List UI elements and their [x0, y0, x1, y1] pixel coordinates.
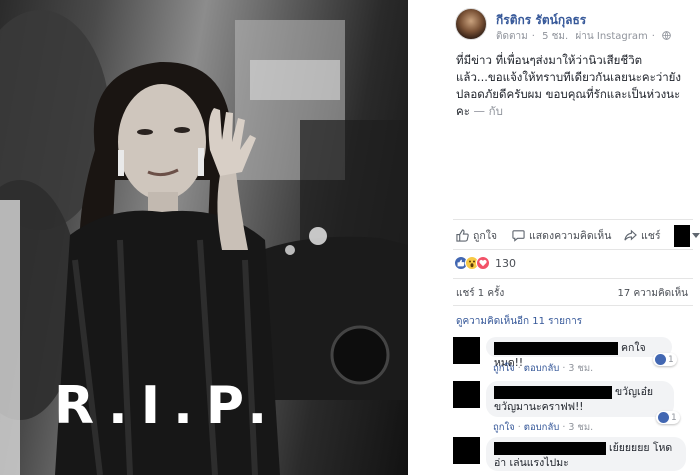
reaction-count: 130 — [495, 256, 516, 270]
post-via: ผ่าน Instagram — [575, 31, 648, 42]
divider — [453, 278, 693, 279]
commenter-avatar[interactable] — [453, 437, 480, 464]
redacted-commenter-name[interactable] — [494, 341, 618, 355]
comment-bubble: ขวัญเอ๋ย ขวัญมานะคราฟฟ!! — [486, 381, 674, 417]
comment-time[interactable]: 3 ชม. — [568, 363, 593, 374]
redacted-commenter-name[interactable] — [494, 385, 612, 399]
comment-reaction[interactable]: 1 — [656, 411, 680, 424]
globe-icon — [662, 31, 671, 40]
comment-actions: ถูกใจ · ตอบกลับ · 3 ชม. — [493, 363, 594, 374]
author-avatar[interactable] — [455, 8, 487, 40]
comment-reaction-count: 1 — [668, 354, 674, 365]
comment-item: คกใจหมด!! 1 ถูกใจ · ตอบกลับ · 3 ชม. — [453, 337, 700, 374]
comment-item: ขวัญเอ๋ย ขวัญมานะคราฟฟ!! 1 ถูกใจ · ตอบกล… — [453, 381, 700, 433]
thumbs-up-icon — [456, 229, 469, 242]
comment-count[interactable]: 17 ความคิดเห็น — [618, 286, 688, 301]
follow-link[interactable]: ติดตาม — [496, 31, 528, 42]
post-meta: ติดตาม · 5 ชม. ผ่าน Instagram · — [496, 29, 671, 44]
rip-overlay-text: R.I.P. — [54, 376, 281, 436]
share-button[interactable]: แชร์ — [624, 227, 661, 244]
view-more-comments-link[interactable]: ดูความคิดเห็นอีก 11 รายการ — [456, 314, 582, 329]
comment-reply-link[interactable]: ตอบกลับ — [524, 422, 560, 433]
like-label: ถูกใจ — [473, 230, 497, 242]
like-button[interactable]: ถูกใจ — [456, 227, 497, 244]
comment-time[interactable]: 3 ชม. — [568, 422, 593, 433]
post-actions: ถูกใจ แสดงความคิดเห็น แชร์ — [456, 225, 700, 247]
comment-button[interactable]: แสดงความคิดเห็น — [512, 227, 611, 244]
like-reaction-icon — [655, 354, 666, 365]
share-icon — [624, 229, 637, 241]
comment-like-link[interactable]: ถูกใจ — [493, 422, 515, 433]
post-text: ที่มีข่าว ที่เพื่อนๆส่งมาให้ว่านิวเสียชี… — [456, 52, 688, 120]
reaction-summary[interactable]: 130 — [454, 256, 516, 270]
post-time[interactable]: 5 ชม. — [542, 31, 568, 42]
comment-icon — [512, 230, 525, 242]
comment-label: แสดงความคิดเห็น — [529, 230, 612, 242]
meta-separator: · — [651, 31, 655, 42]
redacted-box — [674, 225, 690, 247]
post-panel: กีรติกร รัตน์กุลธร ติดตาม · 5 ชม. ผ่าน In… — [408, 0, 700, 475]
divider — [453, 249, 693, 250]
comment-reaction-count: 1 — [671, 412, 677, 423]
love-reaction-icon — [476, 256, 490, 270]
author-name[interactable]: กีรติกร รัตน์กุลธร — [496, 11, 586, 30]
post-photo[interactable]: R.I.P. — [0, 0, 408, 475]
commenter-avatar[interactable] — [453, 381, 480, 408]
comment-bubble: คกใจหมด!! — [486, 337, 672, 369]
comment-bubble: เย้ยยยยย โหด อ่า เล่นแรงไปมะ — [486, 437, 686, 471]
comment-reaction[interactable]: 1 — [653, 353, 677, 366]
share-label: แชร์ — [641, 230, 661, 242]
divider — [453, 305, 693, 306]
divider — [453, 219, 693, 220]
redacted-commenter-name[interactable] — [494, 441, 606, 455]
comment-item: เย้ยยยยย โหด อ่า เล่นแรงไปมะ — [453, 437, 700, 475]
meta-separator: · — [531, 31, 535, 42]
like-reaction-icon — [658, 412, 669, 423]
comment-reply-link[interactable]: ตอบกลับ — [524, 363, 560, 374]
post-tag[interactable]: — กับ — [474, 104, 503, 118]
commenter-avatar[interactable] — [453, 337, 480, 364]
comment-like-link[interactable]: ถูกใจ — [493, 363, 515, 374]
comment-actions: ถูกใจ · ตอบกลับ · 3 ชม. — [493, 422, 594, 433]
caret-down-icon[interactable] — [692, 233, 700, 239]
share-count[interactable]: แชร์ 1 ครั้ง — [456, 286, 504, 301]
